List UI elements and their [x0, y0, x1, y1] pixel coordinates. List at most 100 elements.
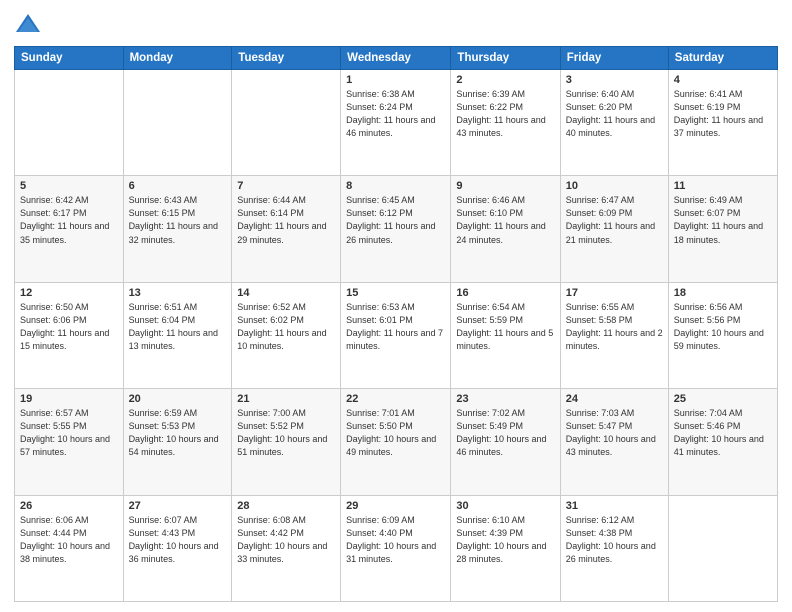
calendar-cell: 2 Sunrise: 6:39 AM Sunset: 6:22 PM Daylig… [451, 70, 560, 176]
page: SundayMondayTuesdayWednesdayThursdayFrid… [0, 0, 792, 612]
calendar-cell [123, 70, 232, 176]
weekday-header: Thursday [451, 47, 560, 70]
calendar-cell [15, 70, 124, 176]
day-number: 28 [237, 500, 335, 512]
day-info: Sunrise: 6:12 AM Sunset: 4:38 PM Dayligh… [566, 514, 663, 566]
calendar-cell: 6 Sunrise: 6:43 AM Sunset: 6:15 PM Daylig… [123, 176, 232, 282]
day-info: Sunrise: 6:07 AM Sunset: 4:43 PM Dayligh… [129, 514, 227, 566]
day-number: 2 [456, 74, 554, 86]
calendar-cell: 29 Sunrise: 6:09 AM Sunset: 4:40 PM Dayli… [341, 495, 451, 601]
day-info: Sunrise: 6:44 AM Sunset: 6:14 PM Dayligh… [237, 194, 335, 246]
day-number: 11 [674, 180, 772, 192]
calendar-week-row: 5Sunrise: 6:42 AM Sunset: 6:17 PM Daylig… [15, 176, 778, 282]
day-info: Sunrise: 6:57 AM Sunset: 5:55 PM Dayligh… [20, 407, 118, 459]
calendar-cell: 21 Sunrise: 7:00 AM Sunset: 5:52 PM Dayli… [232, 389, 341, 495]
day-info: Sunrise: 6:50 AM Sunset: 6:06 PM Dayligh… [20, 301, 118, 353]
day-info: Sunrise: 6:59 AM Sunset: 5:53 PM Dayligh… [129, 407, 227, 459]
weekday-header: Monday [123, 47, 232, 70]
day-info: Sunrise: 7:02 AM Sunset: 5:49 PM Dayligh… [456, 407, 554, 459]
weekday-header: Friday [560, 47, 668, 70]
header [14, 10, 778, 38]
calendar-cell: 13 Sunrise: 6:51 AM Sunset: 6:04 PM Dayli… [123, 282, 232, 388]
calendar-cell: 12 Sunrise: 6:50 AM Sunset: 6:06 PM Dayli… [15, 282, 124, 388]
calendar-table: SundayMondayTuesdayWednesdayThursdayFrid… [14, 46, 778, 602]
day-number: 24 [566, 393, 663, 405]
day-number: 4 [674, 74, 772, 86]
calendar-week-row: 19 Sunrise: 6:57 AM Sunset: 5:55 PM Dayli… [15, 389, 778, 495]
calendar-cell [668, 495, 777, 601]
day-info: Sunrise: 6:46 AM Sunset: 6:10 PM Dayligh… [456, 194, 554, 246]
calendar-cell: 27Sunrise: 6:07 AM Sunset: 4:43 PM Dayli… [123, 495, 232, 601]
day-number: 13 [129, 287, 227, 299]
day-info: Sunrise: 6:53 AM Sunset: 6:01 PM Dayligh… [346, 301, 445, 353]
day-info: Sunrise: 7:01 AM Sunset: 5:50 PM Dayligh… [346, 407, 445, 459]
day-info: Sunrise: 6:10 AM Sunset: 4:39 PM Dayligh… [456, 514, 554, 566]
calendar-cell: 1 Sunrise: 6:38 AM Sunset: 6:24 PM Daylig… [341, 70, 451, 176]
day-info: Sunrise: 6:47 AM Sunset: 6:09 PM Dayligh… [566, 194, 663, 246]
day-number: 10 [566, 180, 663, 192]
day-info: Sunrise: 6:38 AM Sunset: 6:24 PM Dayligh… [346, 88, 445, 140]
weekday-header: Saturday [668, 47, 777, 70]
weekday-header: Tuesday [232, 47, 341, 70]
day-info: Sunrise: 7:00 AM Sunset: 5:52 PM Dayligh… [237, 407, 335, 459]
day-number: 26 [20, 500, 118, 512]
calendar-cell: 15Sunrise: 6:53 AM Sunset: 6:01 PM Dayli… [341, 282, 451, 388]
day-info: Sunrise: 6:08 AM Sunset: 4:42 PM Dayligh… [237, 514, 335, 566]
calendar-cell: 9 Sunrise: 6:46 AM Sunset: 6:10 PM Daylig… [451, 176, 560, 282]
calendar-cell: 31Sunrise: 6:12 AM Sunset: 4:38 PM Dayli… [560, 495, 668, 601]
day-info: Sunrise: 6:54 AM Sunset: 5:59 PM Dayligh… [456, 301, 554, 353]
day-number: 9 [456, 180, 554, 192]
day-number: 23 [456, 393, 554, 405]
day-number: 29 [346, 500, 445, 512]
day-number: 3 [566, 74, 663, 86]
calendar-week-row: 12 Sunrise: 6:50 AM Sunset: 6:06 PM Dayli… [15, 282, 778, 388]
weekday-header: Wednesday [341, 47, 451, 70]
calendar-cell: 18Sunrise: 6:56 AM Sunset: 5:56 PM Dayli… [668, 282, 777, 388]
day-number: 20 [129, 393, 227, 405]
day-info: Sunrise: 7:03 AM Sunset: 5:47 PM Dayligh… [566, 407, 663, 459]
day-number: 14 [237, 287, 335, 299]
day-info: Sunrise: 6:45 AM Sunset: 6:12 PM Dayligh… [346, 194, 445, 246]
calendar-cell: 23 Sunrise: 7:02 AM Sunset: 5:49 PM Dayli… [451, 389, 560, 495]
day-number: 25 [674, 393, 772, 405]
day-info: Sunrise: 6:40 AM Sunset: 6:20 PM Dayligh… [566, 88, 663, 140]
day-number: 22 [346, 393, 445, 405]
calendar-week-row: 1 Sunrise: 6:38 AM Sunset: 6:24 PM Daylig… [15, 70, 778, 176]
calendar-cell: 22 Sunrise: 7:01 AM Sunset: 5:50 PM Dayli… [341, 389, 451, 495]
calendar-cell: 11 Sunrise: 6:49 AM Sunset: 6:07 PM Dayli… [668, 176, 777, 282]
day-info: Sunrise: 6:51 AM Sunset: 6:04 PM Dayligh… [129, 301, 227, 353]
day-number: 19 [20, 393, 118, 405]
calendar-cell: 26 Sunrise: 6:06 AM Sunset: 4:44 PM Dayli… [15, 495, 124, 601]
day-info: Sunrise: 6:06 AM Sunset: 4:44 PM Dayligh… [20, 514, 118, 566]
day-number: 1 [346, 74, 445, 86]
day-number: 21 [237, 393, 335, 405]
day-number: 7 [237, 180, 335, 192]
day-number: 17 [566, 287, 663, 299]
day-number: 30 [456, 500, 554, 512]
calendar-week-row: 26 Sunrise: 6:06 AM Sunset: 4:44 PM Dayli… [15, 495, 778, 601]
day-info: Sunrise: 6:09 AM Sunset: 4:40 PM Dayligh… [346, 514, 445, 566]
day-info: Sunrise: 6:49 AM Sunset: 6:07 PM Dayligh… [674, 194, 772, 246]
calendar-cell: 14 Sunrise: 6:52 AM Sunset: 6:02 PM Dayli… [232, 282, 341, 388]
day-number: 12 [20, 287, 118, 299]
day-info: Sunrise: 6:39 AM Sunset: 6:22 PM Dayligh… [456, 88, 554, 140]
day-info: Sunrise: 6:43 AM Sunset: 6:15 PM Dayligh… [129, 194, 227, 246]
day-info: Sunrise: 6:56 AM Sunset: 5:56 PM Dayligh… [674, 301, 772, 353]
calendar-cell: 3 Sunrise: 6:40 AM Sunset: 6:20 PM Daylig… [560, 70, 668, 176]
day-info: Sunrise: 6:52 AM Sunset: 6:02 PM Dayligh… [237, 301, 335, 353]
calendar-cell: 25 Sunrise: 7:04 AM Sunset: 5:46 PM Dayli… [668, 389, 777, 495]
calendar-cell: 16 Sunrise: 6:54 AM Sunset: 5:59 PM Dayli… [451, 282, 560, 388]
calendar-cell: 17Sunrise: 6:55 AM Sunset: 5:58 PM Dayli… [560, 282, 668, 388]
calendar-cell: 8 Sunrise: 6:45 AM Sunset: 6:12 PM Daylig… [341, 176, 451, 282]
day-number: 8 [346, 180, 445, 192]
weekday-header: Sunday [15, 47, 124, 70]
day-number: 16 [456, 287, 554, 299]
calendar-cell: 7 Sunrise: 6:44 AM Sunset: 6:14 PM Daylig… [232, 176, 341, 282]
calendar-cell: 24 Sunrise: 7:03 AM Sunset: 5:47 PM Dayli… [560, 389, 668, 495]
calendar-cell [232, 70, 341, 176]
day-info: Sunrise: 7:04 AM Sunset: 5:46 PM Dayligh… [674, 407, 772, 459]
calendar-cell: 4Sunrise: 6:41 AM Sunset: 6:19 PM Daylig… [668, 70, 777, 176]
day-number: 6 [129, 180, 227, 192]
day-info: Sunrise: 6:42 AM Sunset: 6:17 PM Dayligh… [20, 194, 118, 246]
logo-icon [14, 10, 42, 38]
